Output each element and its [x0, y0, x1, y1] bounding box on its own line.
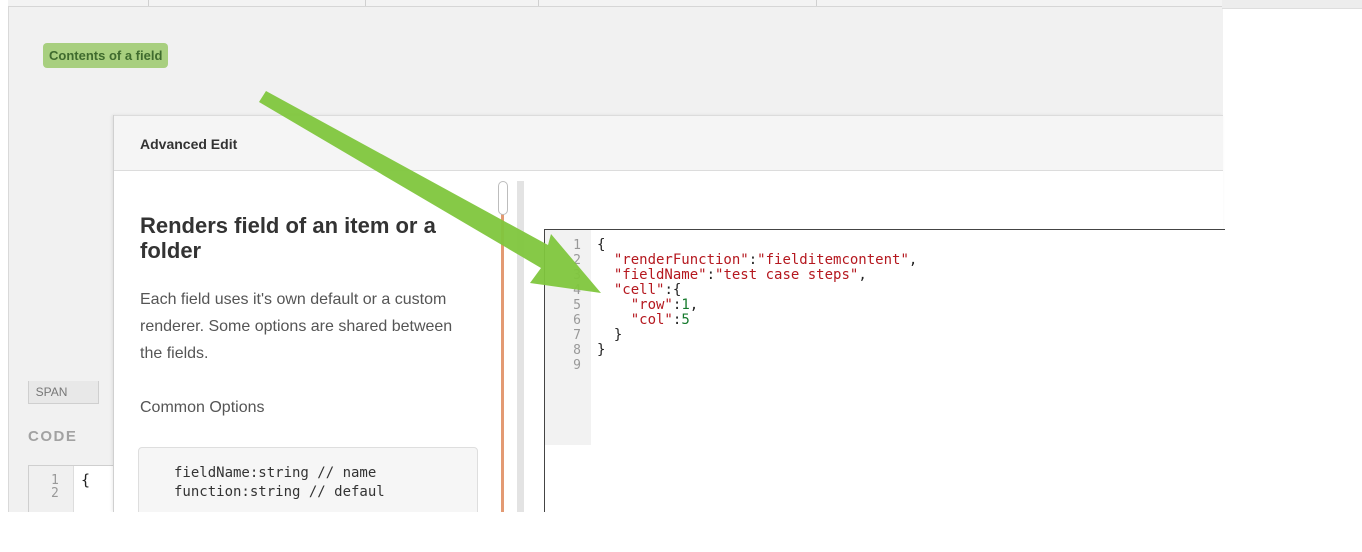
code-section-label: CODE: [28, 428, 78, 445]
line-number: 8: [573, 343, 581, 358]
background-code-editor[interactable]: 1 2 {: [28, 465, 120, 514]
help-description: Each field uses it's own default or a cu…: [140, 291, 453, 362]
help-heading: Renders field of an item or a folder: [140, 213, 436, 263]
line-number: 4: [573, 283, 581, 298]
column-divider: [148, 0, 149, 6]
modal-header: Advanced Edit: [114, 115, 1223, 171]
line-number: 7: [573, 328, 581, 343]
help-pane-scrollbar[interactable]: [498, 181, 508, 512]
line-number: 5: [573, 298, 581, 313]
line-number: 1: [573, 238, 581, 253]
column-divider: [816, 0, 817, 6]
options-code-text: fieldName:string // name function:string…: [174, 465, 385, 500]
column-divider: [365, 0, 366, 6]
span-tab-label: SPAN: [35, 385, 68, 399]
line-number: 3: [573, 268, 581, 283]
advanced-edit-modal: Advanced Edit Renders field of an item o…: [113, 115, 1225, 513]
scrollbar-track: [501, 211, 504, 512]
field-contents-badge[interactable]: Contents of a field: [43, 43, 169, 68]
pane-splitter[interactable]: [517, 181, 524, 512]
scrollbar-thumb[interactable]: [498, 181, 508, 215]
screenshot-frame: Contents of a field SPAN CODE 1 2 { Adva…: [0, 0, 1362, 552]
line-number: 6: [573, 313, 581, 328]
json-code-text[interactable]: { "renderFunction":"fielditemcontent", "…: [597, 238, 917, 358]
help-pane: Renders field of an item or a folder Eac…: [114, 171, 494, 512]
column-divider: [538, 0, 539, 6]
line-number: 2: [51, 486, 59, 501]
line-number: 2: [573, 253, 581, 268]
bottom-blank-area: [0, 512, 1362, 552]
editor-gutter: 1 2 3 4 5 6 7 8 9: [545, 230, 591, 445]
code-text: {: [81, 471, 91, 489]
options-code-block: fieldName:string // name function:string…: [138, 447, 478, 512]
json-code-editor[interactable]: 1 2 3 4 5 6 7 8 9 { "renderFunction":"fi…: [544, 229, 1225, 513]
span-tab[interactable]: SPAN: [28, 381, 99, 404]
background-table-header: [8, 0, 1222, 7]
common-options-heading: Common Options: [140, 399, 265, 416]
line-number: 9: [573, 358, 581, 373]
modal-title: Advanced Edit: [140, 136, 238, 152]
background-right-strip: [1222, 0, 1362, 9]
